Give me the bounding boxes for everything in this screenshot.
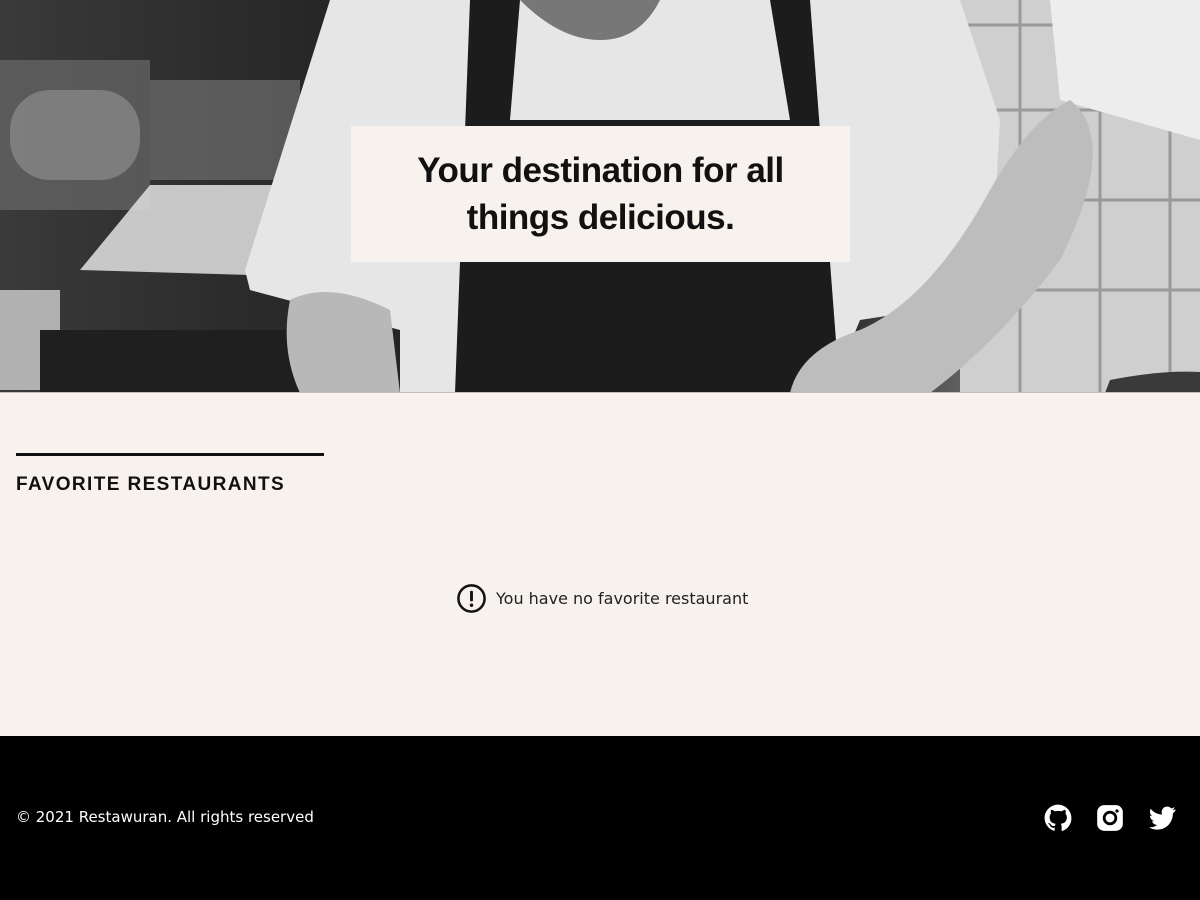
tagline-box: Your destination for all things deliciou…: [351, 126, 850, 262]
footer: © 2021 Restawuran. All rights reserved: [0, 736, 1200, 900]
github-icon: [1044, 804, 1072, 831]
hero-banner: Your destination for all things deliciou…: [0, 0, 1200, 393]
twitter-link[interactable]: [1148, 804, 1176, 832]
empty-message: You have no favorite restaurant: [496, 588, 749, 608]
section-title: FAVORITE RESTAURANTS: [16, 474, 286, 495]
section-divider: [16, 453, 324, 456]
github-link[interactable]: [1044, 804, 1072, 832]
instagram-link[interactable]: [1096, 804, 1124, 832]
social-links: [1044, 804, 1176, 832]
copyright-text: © 2021 Restawuran. All rights reserved: [16, 808, 314, 826]
exclamation-circle-icon: [457, 583, 486, 613]
hero-tagline: Your destination for all things deliciou…: [417, 151, 784, 237]
instagram-icon: [1097, 805, 1123, 831]
twitter-icon: [1149, 806, 1176, 830]
empty-state: You have no favorite restaurant: [456, 582, 748, 614]
